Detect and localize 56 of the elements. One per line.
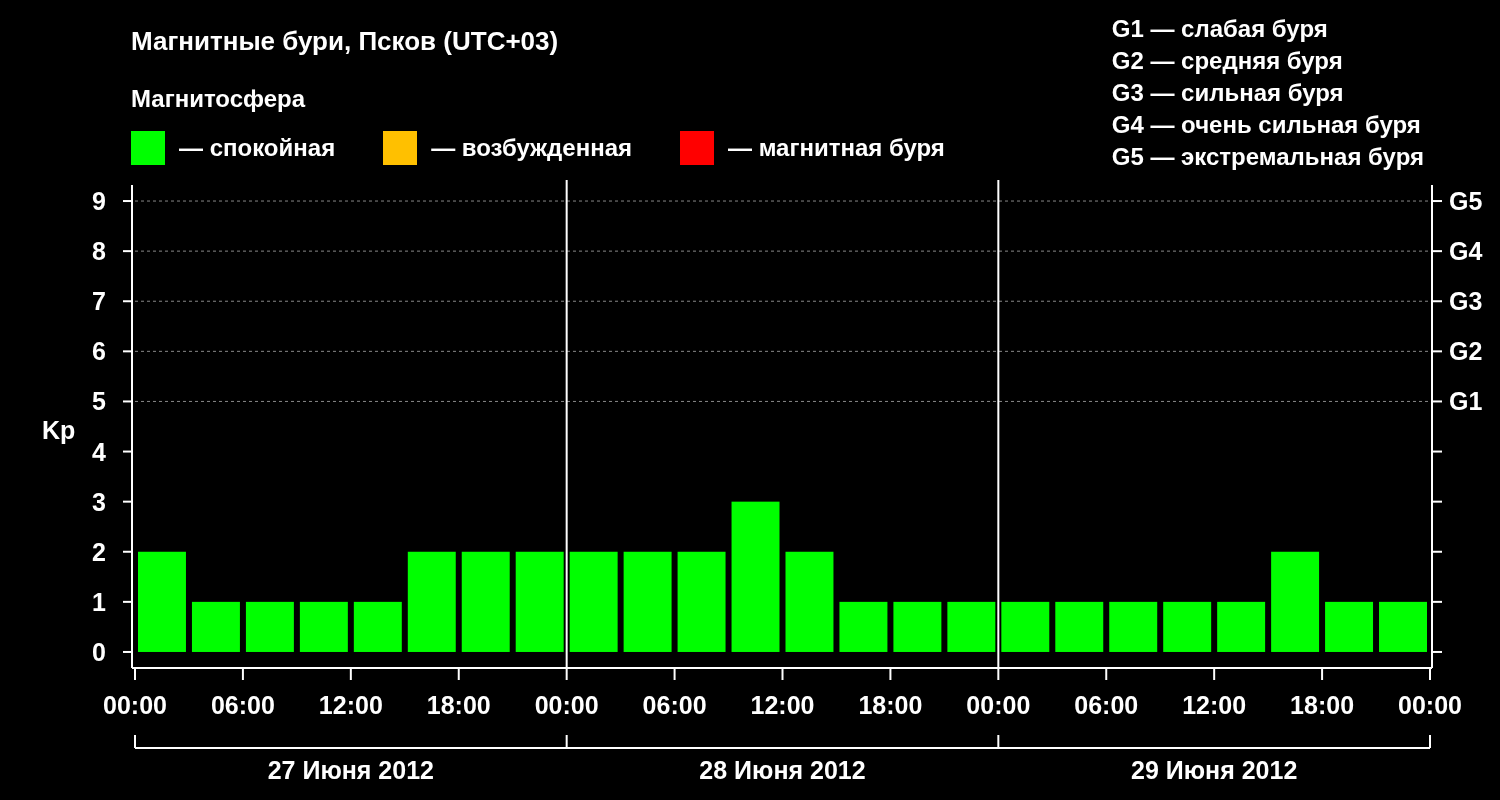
x-tick-label: 12:00 bbox=[1182, 691, 1247, 719]
storm-level-label: G4 bbox=[1449, 237, 1483, 266]
kp-bar bbox=[353, 601, 402, 652]
x-tick-label: 00:00 bbox=[966, 691, 1031, 719]
x-tick-label: 12:00 bbox=[318, 691, 383, 719]
x-tick-label: 06:00 bbox=[642, 691, 707, 719]
date-label: 28 Июня 2012 bbox=[699, 756, 866, 784]
kp-bar bbox=[947, 601, 996, 652]
y-tick-label: 4 bbox=[92, 437, 106, 466]
x-tick-label: 06:00 bbox=[210, 691, 275, 719]
kp-bar bbox=[1163, 601, 1212, 652]
kp-bar bbox=[893, 601, 942, 652]
x-tick-label: 00:00 bbox=[534, 691, 599, 719]
date-label: 29 Июня 2012 bbox=[1131, 756, 1298, 784]
date-label: 27 Июня 2012 bbox=[267, 756, 434, 784]
y-tick-label: 0 bbox=[92, 637, 106, 666]
storm-level-label: G1 bbox=[1449, 387, 1483, 416]
kp-bar bbox=[1217, 601, 1266, 652]
storm-level-label: G2 bbox=[1449, 337, 1483, 366]
y-tick-label: 8 bbox=[92, 237, 106, 266]
x-tick-label: 00:00 bbox=[1398, 691, 1462, 719]
kp-bar bbox=[245, 601, 294, 652]
y-tick-label: 5 bbox=[92, 387, 106, 416]
y-tick-label: 9 bbox=[92, 187, 106, 216]
y-tick-label: 6 bbox=[92, 337, 106, 366]
storm-scale-entry: G5 — экстремальная буря bbox=[1111, 142, 1424, 172]
legend-label: — возбужденная bbox=[431, 134, 632, 162]
storm-scale-entry: G1 — слабая буря bbox=[1111, 14, 1329, 44]
kp-bar bbox=[191, 601, 240, 652]
x-tick-label: 18:00 bbox=[858, 691, 923, 719]
y-tick-label: 2 bbox=[92, 537, 106, 566]
legend-label: — спокойная bbox=[179, 134, 336, 162]
kp-bar bbox=[1055, 601, 1104, 652]
kp-bar bbox=[839, 601, 888, 652]
x-tick-label: 18:00 bbox=[426, 691, 491, 719]
storm-scale-entry: G2 — средняя буря bbox=[1111, 46, 1344, 76]
kp-bar bbox=[299, 601, 348, 652]
kp-bar bbox=[1379, 601, 1427, 652]
storm-level-label: G5 bbox=[1449, 187, 1483, 216]
x-tick-label: 18:00 bbox=[1290, 691, 1355, 719]
x-tick-label: 06:00 bbox=[1074, 691, 1139, 719]
y-tick-label: 1 bbox=[92, 587, 106, 616]
storm-scale-entry: G3 — сильная буря bbox=[1111, 78, 1345, 108]
legend-label: — магнитная буря bbox=[728, 134, 945, 162]
storm-scale-entry: G4 — очень сильная буря bbox=[1111, 110, 1422, 140]
kp-bar bbox=[1325, 601, 1374, 652]
x-tick-label: 00:00 bbox=[103, 691, 167, 719]
y-tick-label: 7 bbox=[92, 287, 106, 316]
y-tick-label: 3 bbox=[92, 487, 106, 516]
x-tick-label: 12:00 bbox=[750, 691, 815, 719]
legend-title: Магнитосфера bbox=[131, 85, 307, 113]
y-axis-label: Kp bbox=[42, 416, 76, 444]
kp-bar bbox=[1109, 601, 1158, 652]
chart-title: Магнитные бури, Псков (UTC+03) bbox=[131, 26, 560, 57]
kp-bar bbox=[1001, 601, 1050, 652]
storm-level-label: G3 bbox=[1449, 287, 1483, 316]
